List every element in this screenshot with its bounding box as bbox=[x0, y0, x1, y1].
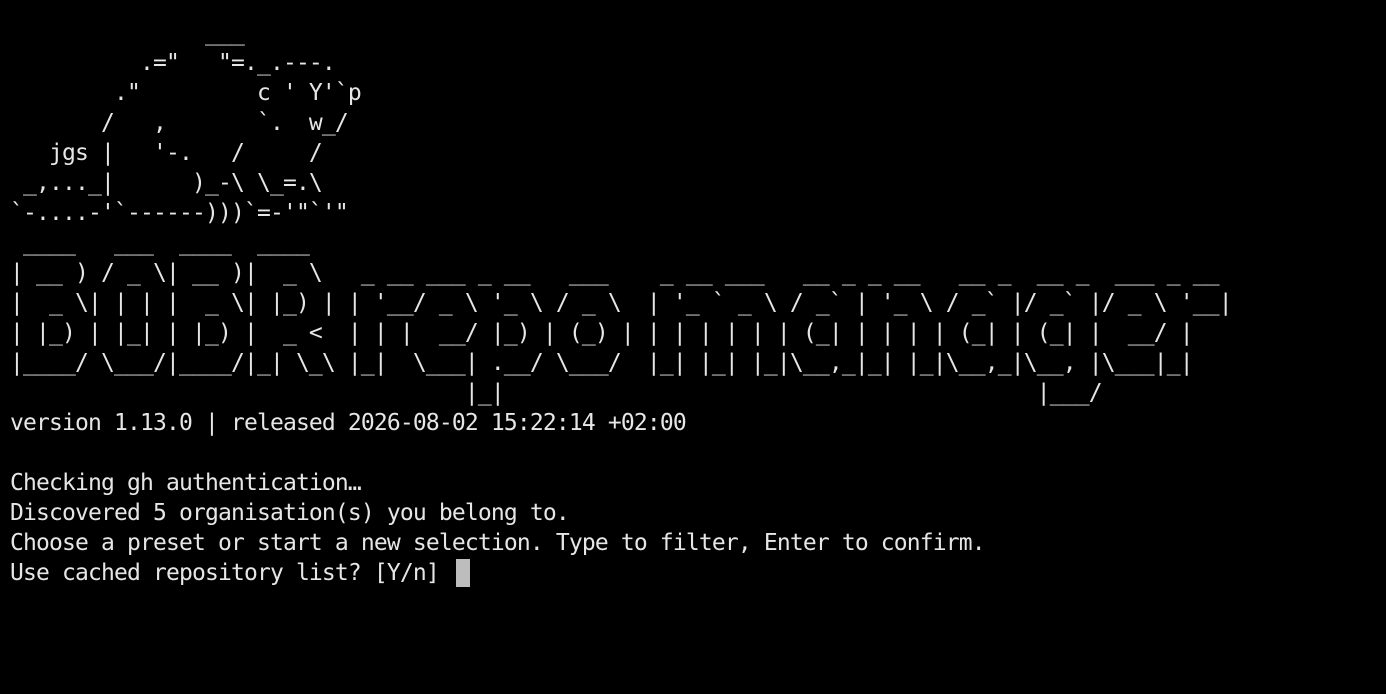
prompt-row[interactable]: Use cached repository list? [Y/n] bbox=[10, 558, 1376, 588]
status-message-orgs: Discovered 5 organisation(s) you belong … bbox=[10, 500, 570, 526]
prompt-text: Use cached repository list? [Y/n] bbox=[10, 560, 452, 586]
status-message-instructions: Choose a preset or start a new selection… bbox=[10, 530, 986, 556]
version-line: version 1.13.0 | released 2026-08-02 15:… bbox=[10, 410, 687, 436]
ascii-art-logo: ___ .=" "=._.---. ." c ' Y'`p / , `. w_/… bbox=[10, 20, 362, 226]
ascii-banner-title: ____ ___ ____ ____ | __ ) / _ \| __ )| _… bbox=[10, 230, 1233, 406]
terminal-window: ___ .=" "=._.---. ." c ' Y'`p / , `. w_/… bbox=[10, 18, 1376, 588]
cursor-icon[interactable] bbox=[455, 559, 470, 587]
status-message-auth: Checking gh authentication… bbox=[10, 470, 362, 496]
